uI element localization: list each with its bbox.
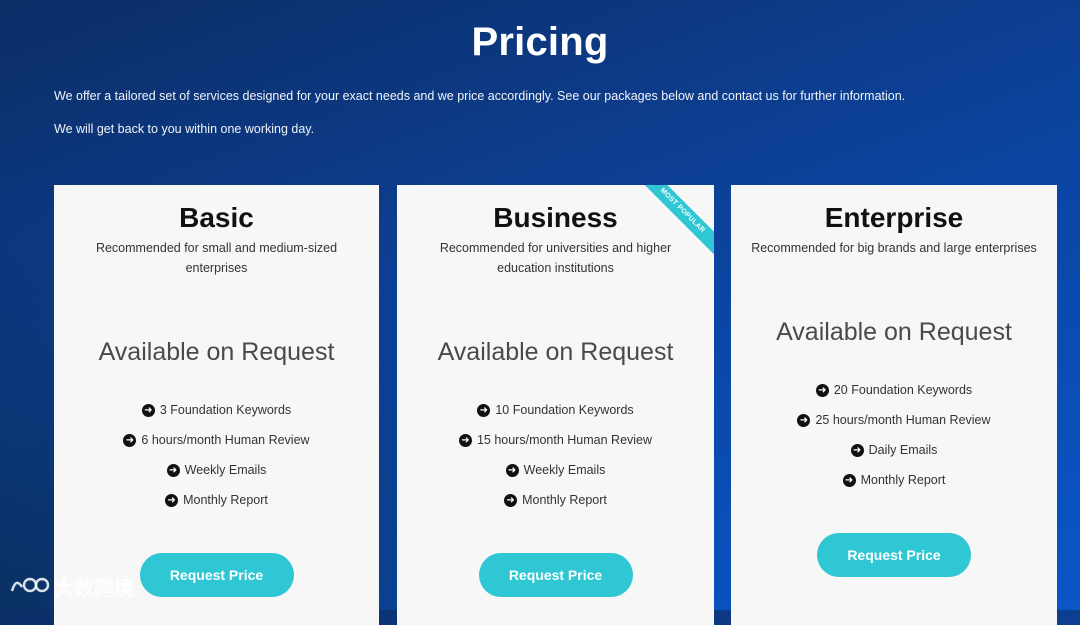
feature-item: ➜ 6 hours/month Human Review [54,433,379,463]
feature-item: ➜ 25 hours/month Human Review [731,413,1057,443]
feature-text: Weekly Emails [523,463,606,477]
feature-item: ➜ Weekly Emails [397,463,714,493]
feature-text: 20 Foundation Keywords [833,383,973,397]
feature-text: Weekly Emails [184,463,267,477]
feature-text: 3 Foundation Keywords [159,403,292,417]
intro-text: We will get back to you within one worki… [54,122,315,136]
plan-name: Enterprise [824,202,964,233]
plan-price: Available on Request [776,318,1012,346]
request-price-button[interactable]: Request Price [817,533,971,577]
feature-text: 25 hours/month Human Review [815,413,991,427]
feature-list: ➜ 3 Foundation Keywords ➜ 6 hours/month Hu… [54,403,379,523]
logo-mark-icon [10,577,50,592]
intro-text: We offer a tailored set of services desi… [54,89,906,103]
plan-description: Recommended for universities and higher … [439,241,672,275]
feature-text: 10 Foundation Keywords [495,403,634,417]
feature-item: ➜ Monthly Report [54,493,379,523]
watermark-text: 大数跨境 [54,578,134,600]
plan-description: Recommended for big brands and large ent… [751,241,1037,255]
feature-item: ➜ 10 Foundation Keywords [397,403,714,433]
arrow-circle-right-icon: ➜ [797,414,811,427]
plan-price: Available on Request [98,338,335,366]
pricing-card-business: MOST POPULAR Business Recommended for un… [397,185,714,625]
feature-text: Monthly Report [522,493,607,507]
arrow-circle-right-icon: ➜ [477,404,491,417]
arrow-circle-right-icon: ➜ [850,444,864,457]
feature-item: ➜ Weekly Emails [54,463,379,493]
feature-item: ➜ 15 hours/month Human Review [397,433,714,463]
feature-text: 15 hours/month Human Review [476,433,653,447]
request-price-button[interactable]: Request Price [478,553,633,597]
feature-text: Daily Emails [868,443,938,457]
pricing-card-basic: Basic Recommended for small and medium-s… [54,185,379,625]
feature-item: ➜ 20 Foundation Keywords [731,383,1057,413]
arrow-circle-right-icon: ➜ [815,384,829,397]
plan-price: Available on Request [437,338,674,366]
feature-item: ➜ 3 Foundation Keywords [54,403,379,433]
feature-list: ➜ 10 Foundation Keywords ➜ 15 hours/month … [397,403,714,523]
plan-name: Basic [179,202,254,233]
feature-text: Monthly Report [860,473,946,487]
feature-item: ➜ Monthly Report [731,473,1057,503]
arrow-circle-right-icon: ➜ [505,464,519,477]
feature-list: ➜ 20 Foundation Keywords ➜ 25 hours/month … [731,383,1057,503]
arrow-circle-right-icon: ➜ [123,434,137,447]
arrow-circle-right-icon: ➜ [141,404,155,417]
plan-name: Business [493,202,618,233]
feature-text: 6 hours/month Human Review [141,433,310,447]
arrow-circle-right-icon: ➜ [842,474,856,487]
page-title: Pricing [471,20,609,64]
arrow-circle-right-icon: ➜ [504,494,518,507]
pricing-card-enterprise: Enterprise Recommended for big brands an… [731,185,1057,625]
arrow-circle-right-icon: ➜ [458,434,472,447]
arrow-circle-right-icon: ➜ [166,464,180,477]
feature-item: ➜ Monthly Report [397,493,714,523]
watermark: 大数跨境 [8,572,134,601]
feature-text: Monthly Report [183,493,268,507]
arrow-circle-right-icon: ➜ [165,494,179,507]
feature-item: ➜ Daily Emails [731,443,1057,473]
request-price-button[interactable]: Request Price [139,553,294,597]
plan-description: Recommended for small and medium-sized e… [95,241,338,275]
